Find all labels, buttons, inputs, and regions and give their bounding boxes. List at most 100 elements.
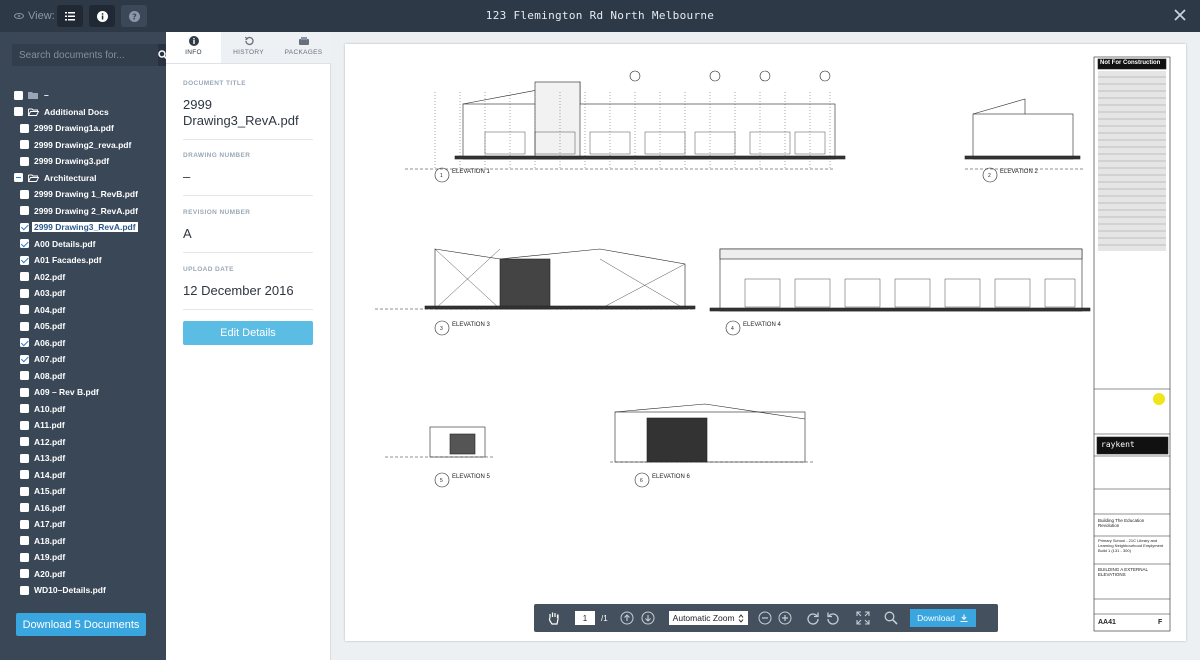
- next-page-button[interactable]: [639, 609, 657, 627]
- document-item[interactable]: A06.pdf: [0, 335, 166, 352]
- checkbox[interactable]: [20, 453, 29, 463]
- download-pdf-button[interactable]: Download: [909, 609, 976, 627]
- checkbox[interactable]: [20, 206, 29, 216]
- download-documents-button[interactable]: Download 5 Documents: [16, 613, 146, 636]
- document-item[interactable]: A07.pdf: [0, 351, 166, 368]
- document-item[interactable]: A20.pdf: [0, 566, 166, 583]
- document-item[interactable]: 2999 Drawing 1_RevB.pdf: [0, 186, 166, 203]
- fullscreen-button[interactable]: [854, 609, 872, 627]
- checkbox[interactable]: [20, 387, 29, 397]
- document-item[interactable]: A12.pdf: [0, 434, 166, 451]
- checkbox[interactable]: [20, 255, 29, 265]
- document-item[interactable]: A05.pdf: [0, 318, 166, 335]
- zoom-in-icon: [778, 611, 792, 625]
- document-item[interactable]: A14.pdf: [0, 467, 166, 484]
- document-title: 123 Flemington Rd North Melbourne: [485, 9, 715, 22]
- zoom-out-button[interactable]: [756, 609, 774, 627]
- document-item[interactable]: A09 – Rev B.pdf: [0, 384, 166, 401]
- document-item[interactable]: A03.pdf: [0, 285, 166, 302]
- document-item[interactable]: 2999 Drawing3.pdf: [0, 153, 166, 170]
- checkbox[interactable]: [20, 156, 29, 166]
- document-item[interactable]: 2999 Drawing1a.pdf: [0, 120, 166, 137]
- document-item[interactable]: A17.pdf: [0, 516, 166, 533]
- zoom-in-button[interactable]: [776, 609, 794, 627]
- checkbox[interactable]: [20, 140, 29, 150]
- item-label: A16.pdf: [34, 502, 66, 513]
- revision-letter: F: [1158, 619, 1163, 626]
- document-item[interactable]: 2999 Drawing3_RevA.pdf: [0, 219, 166, 236]
- checkbox[interactable]: [20, 585, 29, 595]
- document-item[interactable]: A00 Details.pdf: [0, 236, 166, 253]
- rotate-counterclockwise-button[interactable]: [824, 609, 842, 627]
- checkbox[interactable]: [20, 338, 29, 348]
- checkbox[interactable]: [14, 90, 23, 100]
- document-item[interactable]: A18.pdf: [0, 533, 166, 550]
- checkbox[interactable]: [20, 239, 29, 249]
- document-item[interactable]: A13.pdf: [0, 450, 166, 467]
- checkbox[interactable]: [20, 536, 29, 546]
- checkbox[interactable]: [20, 503, 29, 513]
- rotate-clockwise-button[interactable]: [804, 609, 822, 627]
- tab-history[interactable]: HISTORY: [221, 32, 276, 63]
- checkbox[interactable]: [20, 569, 29, 579]
- document-item[interactable]: WD10–Details.pdf: [0, 582, 166, 599]
- document-item[interactable]: 2999 Drawing2_reva.pdf: [0, 137, 166, 154]
- project-description: Primary School - 21C Library and Learnin…: [1098, 538, 1164, 553]
- tab-packages[interactable]: PACKAGES: [276, 32, 331, 63]
- checkbox[interactable]: [20, 288, 29, 298]
- checkbox[interactable]: [20, 519, 29, 529]
- tab-info[interactable]: INFO: [166, 32, 221, 63]
- checkbox[interactable]: [14, 173, 23, 183]
- checkbox[interactable]: [20, 552, 29, 562]
- elevation-1-drawing: [405, 70, 846, 183]
- checkbox[interactable]: [20, 486, 29, 496]
- folder-item[interactable]: –: [0, 87, 166, 104]
- architectural-drawing: [375, 56, 1171, 632]
- document-item[interactable]: A16.pdf: [0, 500, 166, 517]
- document-item[interactable]: A19.pdf: [0, 549, 166, 566]
- search-document-button[interactable]: [882, 609, 900, 627]
- document-item[interactable]: A15.pdf: [0, 483, 166, 500]
- checkbox[interactable]: [20, 272, 29, 282]
- item-label: A12.pdf: [34, 436, 66, 447]
- checkbox[interactable]: [20, 305, 29, 315]
- checkbox[interactable]: [20, 354, 29, 364]
- search-input[interactable]: [12, 44, 158, 66]
- close-icon[interactable]: [1172, 7, 1188, 23]
- document-item[interactable]: A11.pdf: [0, 417, 166, 434]
- elevation-label: ELEVATION 2: [1000, 169, 1038, 175]
- revision-number-field: REVISION NUMBER A: [183, 209, 313, 253]
- drawing-sheet[interactable]: ELEVATION 1 ELEVATION 2 ELEVATION 3 ELEV…: [345, 44, 1186, 641]
- checkbox[interactable]: [20, 189, 29, 199]
- document-item[interactable]: A01 Facades.pdf: [0, 252, 166, 269]
- checkbox[interactable]: [20, 420, 29, 430]
- document-item[interactable]: A02.pdf: [0, 269, 166, 286]
- elevation-label: ELEVATION 3: [452, 322, 490, 328]
- previous-page-button[interactable]: [618, 609, 636, 627]
- checkbox[interactable]: [20, 470, 29, 480]
- document-item[interactable]: 2999 Drawing 2_RevA.pdf: [0, 203, 166, 220]
- checkbox[interactable]: [14, 107, 23, 117]
- hand-tool-button[interactable]: [544, 609, 562, 627]
- elevation-number: 2: [988, 173, 991, 179]
- checkbox[interactable]: [20, 371, 29, 381]
- checkbox[interactable]: [20, 222, 29, 232]
- fullscreen-icon: [856, 611, 870, 625]
- folder-item[interactable]: Additional Docs: [0, 104, 166, 121]
- item-label: 2999 Drawing 1_RevB.pdf: [34, 189, 138, 200]
- checkbox[interactable]: [20, 123, 29, 133]
- document-item[interactable]: A08.pdf: [0, 368, 166, 385]
- item-label: A07.pdf: [34, 354, 66, 365]
- rotate-ccw-icon: [826, 612, 839, 625]
- folder-item[interactable]: Architectural: [0, 170, 166, 187]
- item-label: A00 Details.pdf: [34, 238, 96, 249]
- checkbox[interactable]: [20, 404, 29, 414]
- document-item[interactable]: A10.pdf: [0, 401, 166, 418]
- item-label: Additional Docs: [44, 106, 109, 117]
- checkbox[interactable]: [20, 437, 29, 447]
- edit-details-button[interactable]: Edit Details: [183, 321, 313, 345]
- zoom-select[interactable]: Automatic Zoom: [668, 611, 748, 625]
- page-number-input[interactable]: [575, 611, 595, 625]
- document-item[interactable]: A04.pdf: [0, 302, 166, 319]
- checkbox[interactable]: [20, 321, 29, 331]
